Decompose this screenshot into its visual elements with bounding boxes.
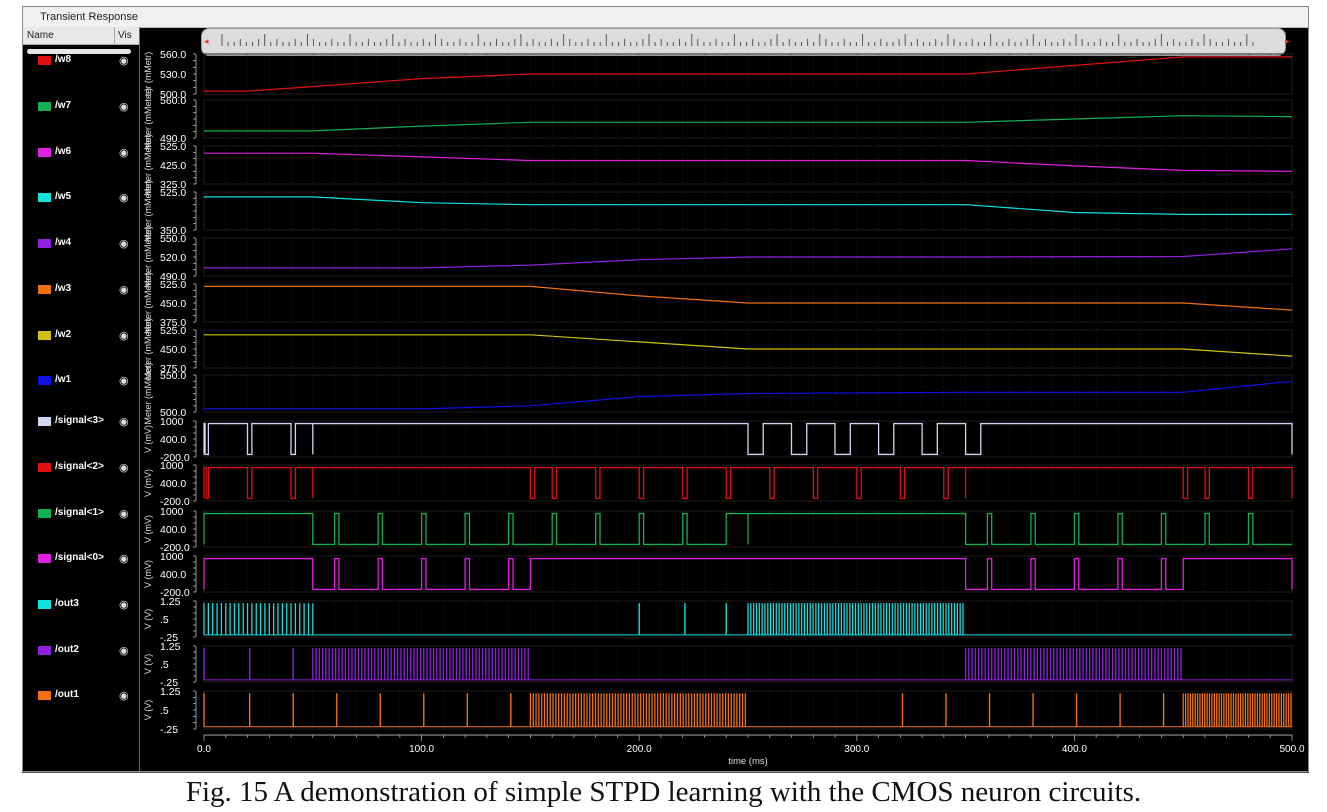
y-axis-label: V (V) bbox=[143, 654, 153, 675]
figure-caption: Fig. 15 A demonstration of simple STPD l… bbox=[185, 776, 1142, 808]
y-tick-label: 450.0 bbox=[160, 298, 186, 310]
y-tick-label: 530.0 bbox=[160, 69, 186, 81]
x-tick-label: 500.0 bbox=[1279, 744, 1304, 755]
y-tick-label: 1000 bbox=[160, 416, 184, 428]
y-tick-label: 525.0 bbox=[160, 187, 186, 199]
y-axis-label: Meter (mMeter) bbox=[143, 362, 153, 424]
y-tick-label: .5 bbox=[160, 705, 169, 717]
y-tick-label: 1.25 bbox=[160, 686, 181, 698]
y-tick-label: 560.0 bbox=[160, 95, 186, 107]
y-tick-label: 450.0 bbox=[160, 344, 186, 356]
x-tick-label: 200.0 bbox=[627, 744, 652, 755]
y-axis-label: V (V) bbox=[143, 609, 153, 630]
y-axis-label: V (mV) bbox=[143, 469, 153, 497]
y-tick-label: -.25 bbox=[160, 724, 178, 736]
x-tick-label: 0.0 bbox=[197, 744, 211, 755]
y-tick-label: 1000 bbox=[160, 551, 184, 563]
y-tick-label: 400.0 bbox=[160, 478, 186, 490]
y-axis-label: V (mV) bbox=[143, 560, 153, 588]
y-tick-label: 525.0 bbox=[160, 279, 186, 291]
y-axis-label: V (mV) bbox=[143, 515, 153, 543]
series-line bbox=[204, 196, 1292, 215]
series-line bbox=[204, 334, 1293, 357]
y-tick-label: 525.0 bbox=[160, 325, 186, 337]
y-tick-label: 525.0 bbox=[160, 141, 186, 153]
y-tick-label: 1000 bbox=[160, 506, 184, 518]
y-tick-label: 1.25 bbox=[160, 596, 181, 608]
y-tick-label: 400.0 bbox=[160, 524, 186, 536]
waveform-plot[interactable]: 560.0530.0500.0ter (mMetr)560.0490.0Mete… bbox=[0, 0, 1327, 812]
y-tick-label: .5 bbox=[160, 614, 169, 626]
y-tick-label: 1000 bbox=[160, 460, 184, 472]
y-tick-label: .5 bbox=[160, 659, 169, 671]
y-tick-label: 520.0 bbox=[160, 252, 186, 264]
x-tick-label: 300.0 bbox=[844, 744, 869, 755]
x-axis-label: time (ms) bbox=[728, 756, 768, 767]
strip-frame bbox=[203, 555, 1293, 593]
y-axis-label: V (V) bbox=[143, 700, 153, 721]
x-tick-label: 100.0 bbox=[409, 744, 434, 755]
caption-divider bbox=[22, 772, 1309, 773]
x-tick-label: 400.0 bbox=[1062, 744, 1087, 755]
y-tick-label: 550.0 bbox=[160, 233, 186, 245]
y-tick-label: 550.0 bbox=[160, 370, 186, 382]
y-tick-label: 425.0 bbox=[160, 160, 186, 172]
y-tick-label: 560.0 bbox=[160, 49, 186, 61]
digital-signal-line bbox=[203, 512, 1292, 546]
y-tick-label: 400.0 bbox=[160, 434, 186, 446]
strip-frame bbox=[203, 464, 1293, 502]
digital-signal-line bbox=[203, 422, 1293, 456]
y-tick-label: 400.0 bbox=[160, 569, 186, 581]
y-tick-label: 1.25 bbox=[160, 641, 181, 653]
y-axis-label: V (mV) bbox=[143, 425, 153, 453]
series-line bbox=[204, 285, 1293, 311]
